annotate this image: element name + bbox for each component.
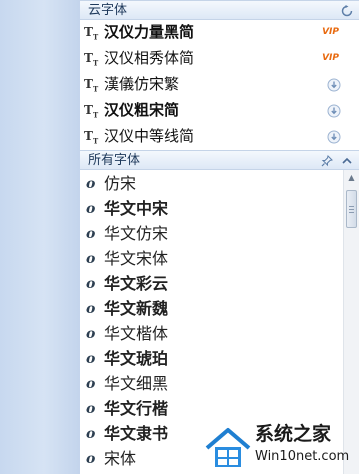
font-name: 仿宋 [104, 174, 137, 193]
cloud-font-item[interactable]: TT 漢儀仿宋繁 [80, 72, 359, 97]
watermark-url: Win10net.com [255, 449, 350, 464]
cloud-font-item[interactable]: TT 汉仪相秀体简 VIP [80, 46, 359, 71]
font-list-item[interactable]: o 华文楷体 [80, 321, 342, 347]
cloud-font-name: 汉仪粗宋简 [104, 101, 180, 119]
opentype-icon: o [86, 251, 96, 267]
opentype-icon: o [86, 176, 96, 192]
cloud-font-item[interactable]: TT 汉仪力量黑简 VIP [80, 20, 359, 45]
opentype-icon: o [86, 276, 96, 292]
truetype-icon: TT [84, 103, 99, 120]
font-name: 华文琥珀 [104, 349, 169, 368]
cloud-font-item[interactable]: TT 汉仪粗宋简 [80, 98, 359, 123]
font-name: 华文行楷 [104, 399, 169, 418]
font-list-item[interactable]: o 华文琥珀 [80, 346, 342, 372]
watermark: 系统之家 Win10net.com [203, 420, 359, 474]
cloud-fonts-title: 云字体 [88, 3, 128, 18]
opentype-icon: o [86, 351, 96, 367]
cloud-download-icon[interactable] [327, 103, 341, 118]
opentype-icon: o [86, 326, 96, 342]
scrollbar-thumb[interactable] [346, 190, 357, 228]
chevron-up-icon[interactable] [341, 152, 353, 172]
opentype-icon: o [86, 226, 96, 242]
font-name: 华文隶书 [104, 424, 169, 443]
cloud-font-item[interactable]: TT 汉仪中等线简 [80, 124, 359, 149]
cloud-font-name: 汉仪中等线简 [104, 127, 195, 145]
font-list-item[interactable]: o 华文细黑 [80, 371, 342, 397]
vip-badge: VIP [322, 27, 339, 37]
left-panel-background [0, 0, 81, 474]
font-name: 华文仿宋 [104, 224, 169, 243]
cloud-font-name: 汉仪相秀体简 [104, 49, 195, 67]
font-name: 华文细黑 [104, 374, 169, 393]
truetype-icon: TT [84, 129, 99, 146]
cloud-font-name: 漢儀仿宋繁 [104, 75, 180, 93]
cloud-font-name: 汉仪力量黑简 [104, 23, 195, 41]
font-list-item[interactable]: o 华文仿宋 [80, 221, 342, 247]
truetype-icon: TT [84, 77, 99, 94]
font-name: 华文中宋 [104, 199, 169, 218]
truetype-icon: TT [84, 25, 99, 42]
opentype-icon: o [86, 376, 96, 392]
opentype-icon: o [86, 201, 96, 217]
font-name: 华文楷体 [104, 324, 169, 343]
font-name: 宋体 [104, 449, 137, 468]
font-name: 华文彩云 [104, 274, 169, 293]
vip-badge: VIP [322, 53, 339, 63]
font-list-item[interactable]: o 华文宋体 [80, 246, 342, 272]
font-name: 华文宋体 [104, 249, 169, 268]
font-list-item[interactable]: o 华文中宋 [80, 196, 342, 222]
all-fonts-title: 所有字体 [88, 153, 141, 168]
opentype-icon: o [86, 426, 96, 442]
opentype-icon: o [86, 401, 96, 417]
refresh-icon[interactable] [341, 2, 353, 22]
font-name: 华文新魏 [104, 299, 169, 318]
font-dropdown-panel: 云字体 TT 汉仪力量黑简 VIP TT 汉仪相秀体简 VIP TT 漢儀仿宋繁 TT 汉仪粗宋简… [80, 0, 359, 474]
house-logo-icon [205, 428, 251, 467]
opentype-icon: o [86, 451, 96, 467]
font-list-item[interactable]: o 仿宋 [80, 171, 342, 197]
all-fonts-header: 所有字体 [80, 150, 359, 170]
opentype-icon: o [86, 301, 96, 317]
cloud-fonts-header: 云字体 [80, 0, 359, 20]
cloud-download-icon[interactable] [327, 129, 341, 144]
pin-icon[interactable] [321, 152, 333, 172]
font-list-item[interactable]: o 华文新魏 [80, 296, 342, 322]
scroll-up-arrow-icon[interactable]: ▲ [344, 170, 359, 186]
watermark-title: 系统之家 [255, 423, 332, 445]
truetype-icon: TT [84, 51, 99, 68]
font-list-item[interactable]: o 华文彩云 [80, 271, 342, 297]
font-list-item[interactable]: o 华文行楷 [80, 396, 342, 422]
cloud-download-icon[interactable] [327, 77, 341, 92]
